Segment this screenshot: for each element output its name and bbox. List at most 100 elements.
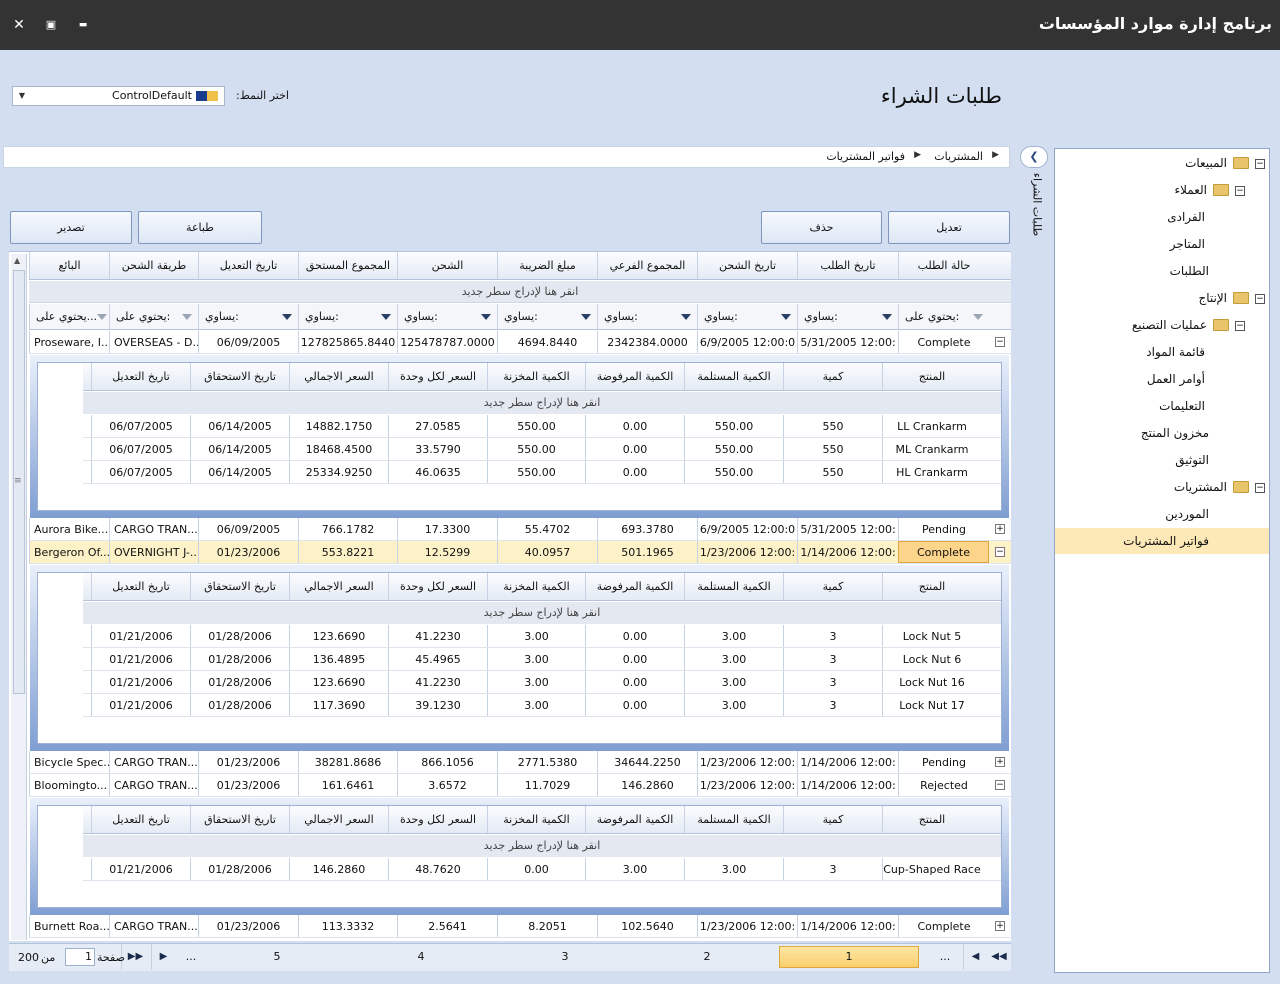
tree-item[interactable]: مخزون المنتج (1055, 420, 1269, 446)
detail-cell[interactable]: 3.00 (684, 625, 783, 647)
detail-cell[interactable]: 3 (783, 671, 882, 693)
column-header[interactable]: طريقة الشحن (109, 252, 198, 279)
detail-column-header[interactable]: السعر لكل وحدة (388, 573, 487, 600)
grid-cell[interactable]: 01/23/2006 (198, 774, 298, 796)
detail-cell[interactable]: Lock Nut 5 (882, 625, 981, 647)
filter-cell[interactable]: يساوي: (198, 304, 298, 329)
detail-cell[interactable]: 27.0585 (388, 415, 487, 437)
grid-cell[interactable]: 11.7029 (497, 774, 597, 796)
detail-row[interactable]: LL Crankarm 550 550.00 0.00 550.00 27.0585 148… (83, 415, 1001, 438)
detail-column-header[interactable]: الكمية المخزنة (487, 573, 585, 600)
grid-cell[interactable]: CARGO TRAN... (109, 751, 198, 773)
detail-cell[interactable]: 550.00 (684, 415, 783, 437)
grid-cell[interactable]: 6/9/2005 12:00:0 (697, 518, 797, 540)
grid-cell[interactable]: 1/23/2006 12:00: (697, 774, 797, 796)
detail-cell[interactable]: 01/28/2006 (190, 625, 289, 647)
detail-cell[interactable]: 01/21/2006 (91, 625, 190, 647)
tree-collapse-icon[interactable]: − (1255, 159, 1265, 169)
tree-item[interactable]: التوثيق (1055, 447, 1269, 473)
grid-cell[interactable]: 161.6461 (298, 774, 397, 796)
detail-column-header[interactable]: الكمية المخزنة (487, 363, 585, 390)
detail-cell[interactable]: 3.00 (585, 858, 684, 880)
filter-cell[interactable]: يساوي: (298, 304, 397, 329)
detail-cell[interactable]: 01/28/2006 (190, 671, 289, 693)
column-header[interactable]: المجموع الفرعي (597, 252, 697, 279)
grid-cell[interactable]: 766.1782 (298, 518, 397, 540)
grid-cell[interactable]: 06/09/2005 (198, 518, 298, 540)
minimize-window-button[interactable]: ▬ (72, 14, 94, 36)
grid-cell[interactable]: 40.0957 (497, 541, 597, 563)
column-header[interactable]: مبلغ الضريبة (497, 252, 597, 279)
column-header[interactable]: المجموع المستحق (298, 252, 397, 279)
grid-cell[interactable]: 5/31/2005 12:00: (797, 518, 898, 540)
detail-cell[interactable]: 0.00 (585, 625, 684, 647)
collapse-row-icon[interactable]: − (995, 780, 1005, 790)
detail-column-header[interactable]: الكمية المستلمة (684, 363, 783, 390)
grid-cell[interactable]: 8.2051 (497, 915, 597, 937)
filter-icon[interactable] (882, 313, 892, 320)
grid-cell[interactable]: CARGO TRAN... (109, 774, 198, 796)
filter-icon[interactable] (97, 313, 108, 320)
detail-row[interactable]: HL Crankarm 550 550.00 0.00 550.00 46.0635 253… (83, 461, 1001, 484)
detail-cell[interactable]: HL Crankarm (882, 461, 981, 483)
grid-cell[interactable]: Proseware, I... (29, 331, 109, 353)
detail-cell[interactable]: 0.00 (585, 415, 684, 437)
filter-icon[interactable] (481, 313, 491, 320)
detail-column-header[interactable]: السعر لكل وحدة (388, 806, 487, 833)
detail-column-header[interactable]: السعر الاجمالي (289, 363, 388, 390)
detail-column-header[interactable]: تاريخ التعديل (91, 363, 190, 390)
first-page-button[interactable]: ◀◀ (987, 944, 1011, 970)
tree-collapse-icon[interactable]: − (1255, 294, 1265, 304)
filter-cell[interactable]: يحتوي على: (109, 304, 198, 329)
detail-row[interactable]: Lock Nut 17 3 3.00 0.00 3.00 39.1230 117.3690 0… (83, 694, 1001, 717)
grid-cell[interactable]: 1/23/2006 12:00: (697, 751, 797, 773)
detail-cell[interactable]: 46.0635 (388, 461, 487, 483)
detail-column-header[interactable]: تاريخ الاستحقاق (190, 806, 289, 833)
filter-cell[interactable]: يساوي: (697, 304, 797, 329)
page-1[interactable]: 1 (779, 946, 919, 968)
grid-cell[interactable]: 6/9/2005 12:00:0 (697, 331, 797, 353)
grid-cell[interactable]: 2771.5380 (497, 751, 597, 773)
grid-cell[interactable]: 1/23/2006 12:00: (697, 541, 797, 563)
grid-cell[interactable]: 1/23/2006 12:00: (697, 915, 797, 937)
filter-icon[interactable] (973, 313, 983, 320)
grid-cell[interactable]: 4694.8440 (497, 331, 597, 353)
detail-cell[interactable]: 41.2230 (388, 625, 487, 647)
detail-row[interactable]: ML Crankarm 550 550.00 0.00 550.00 33.5790 184… (83, 438, 1001, 461)
page-5[interactable]: 5 (207, 944, 347, 970)
filter-cell[interactable]: يساوي: (397, 304, 497, 329)
grid-cell[interactable]: 55.4702 (497, 518, 597, 540)
grid-cell[interactable]: 1/14/2006 12:00: (797, 915, 898, 937)
breadcrumb-current[interactable]: فواتير المشتريات (826, 150, 905, 163)
maximize-window-button[interactable]: ▣ (40, 14, 62, 36)
table-row[interactable]: Complete 1/14/2006 12:00: 1/23/2006 12:00:… (29, 915, 1011, 938)
filter-icon[interactable] (381, 313, 391, 320)
filter-cell[interactable]: يساوي: (797, 304, 898, 329)
column-header[interactable]: تاريخ الطلب (797, 252, 898, 279)
detail-cell[interactable]: 14882.1750 (289, 415, 388, 437)
detail-cell[interactable]: 3.00 (487, 671, 585, 693)
detail-row[interactable]: Lock Nut 6 3 3.00 0.00 3.00 45.4965 136.4895 01… (83, 648, 1001, 671)
detail-column-header[interactable]: السعر الاجمالي (289, 573, 388, 600)
collapse-row-icon[interactable]: − (995, 547, 1005, 557)
detail-cell[interactable]: 123.6690 (289, 671, 388, 693)
detail-new-row-prompt[interactable]: انقر هنا لإدراج سطر جديد (83, 602, 1001, 624)
filter-icon[interactable] (182, 313, 192, 320)
detail-column-header[interactable]: السعر الاجمالي (289, 806, 388, 833)
detail-cell[interactable]: 48.7620 (388, 858, 487, 880)
tree-item[interactable]: − العملاء (1055, 177, 1269, 203)
detail-cell[interactable]: 0.00 (585, 438, 684, 460)
grid-cell[interactable]: Complete (898, 331, 989, 353)
grid-cell[interactable]: 501.1965 (597, 541, 697, 563)
grid-cell[interactable]: Complete (898, 541, 989, 563)
detail-cell[interactable]: 01/28/2006 (190, 694, 289, 716)
grid-cell[interactable]: 1/14/2006 12:00: (797, 541, 898, 563)
grid-cell[interactable]: 01/23/2006 (198, 541, 298, 563)
detail-cell[interactable]: Cup-Shaped Race (882, 858, 981, 880)
last-page-button[interactable]: ▶▶ (121, 944, 149, 970)
detail-new-row-prompt[interactable]: انقر هنا لإدراج سطر جديد (83, 835, 1001, 857)
breadcrumb-root[interactable]: المشتريات (934, 150, 983, 163)
detail-cell[interactable]: 06/14/2005 (190, 438, 289, 460)
grid-cell[interactable]: 1/14/2006 12:00: (797, 751, 898, 773)
detail-row[interactable]: Lock Nut 5 3 3.00 0.00 3.00 41.2230 123.6690 01… (83, 625, 1001, 648)
